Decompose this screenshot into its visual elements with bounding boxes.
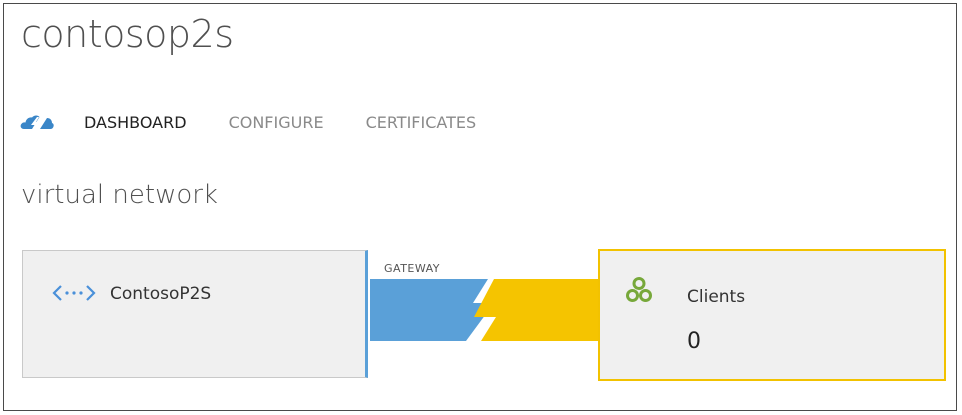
section-title: virtual network (21, 180, 218, 210)
tab-certificates[interactable]: CERTIFICATES (366, 113, 477, 132)
clients-count: 0 (687, 329, 701, 354)
gateway-label: GATEWAY (384, 262, 441, 275)
lightning-connection-icon[interactable] (370, 279, 599, 341)
cloud-quickstart-icon[interactable] (20, 111, 54, 133)
virtual-network-icon (52, 283, 96, 303)
tab-bar: DASHBOARD CONFIGURE CERTIFICATES (20, 108, 518, 136)
tab-dashboard[interactable]: DASHBOARD (84, 113, 187, 132)
page-title: contosop2s (21, 12, 234, 56)
virtual-network-tile[interactable]: ContosoP2S (22, 250, 368, 378)
clients-icon (626, 277, 652, 303)
virtual-network-name: ContosoP2S (110, 284, 212, 304)
clients-label: Clients (687, 287, 746, 307)
tab-configure[interactable]: CONFIGURE (229, 113, 324, 132)
clients-tile[interactable]: Clients 0 (598, 249, 946, 381)
